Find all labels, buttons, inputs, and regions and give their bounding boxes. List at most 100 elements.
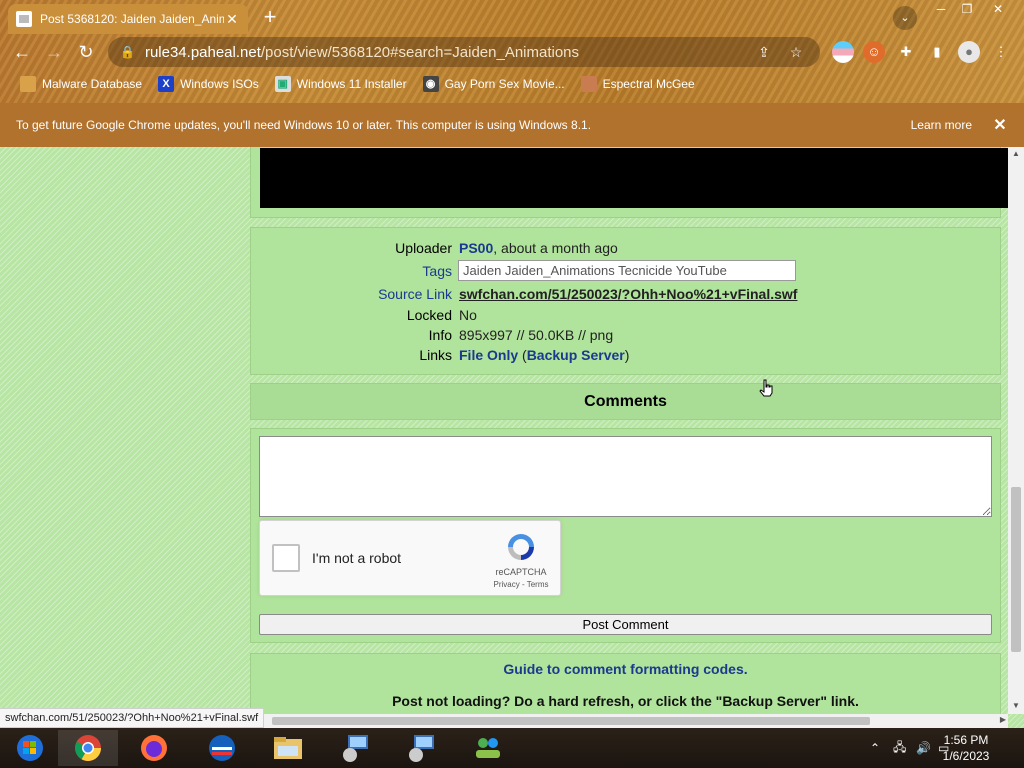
bookmark-label: Gay Porn Sex Movie... bbox=[444, 77, 565, 91]
bookmark-label: Windows 11 Installer bbox=[296, 77, 407, 91]
url-path: /post/view/5368120#search=Jaiden_Animati… bbox=[260, 43, 580, 61]
scroll-up-icon[interactable]: ▲ bbox=[1012, 149, 1020, 158]
tab-favicon bbox=[16, 11, 32, 27]
page-viewport: Uploader PS00, about a month ago Tags So… bbox=[0, 147, 1024, 728]
taskbar-chrome[interactable] bbox=[58, 730, 118, 766]
chrome-menu-icon[interactable]: ⋮ bbox=[990, 41, 1012, 63]
browser-frame: Post 5368120: Jaiden Jaiden_Animations T… bbox=[0, 0, 1024, 103]
x-logo-icon: X bbox=[158, 76, 175, 92]
chrome-icon bbox=[75, 735, 102, 762]
bookmark-label: Windows ISOs bbox=[180, 77, 259, 91]
post-info-panel: Uploader PS00, about a month ago Tags So… bbox=[250, 227, 1001, 375]
post-comment-button[interactable]: Post Comment bbox=[259, 614, 992, 635]
recaptcha-label: I'm not a robot bbox=[312, 550, 402, 566]
infobar-message: To get future Google Chrome updates, you… bbox=[16, 118, 592, 132]
start-orb-icon bbox=[17, 735, 43, 761]
bookmark-gay-porn-sex-movie[interactable]: ◉ Gay Porn Sex Movie... bbox=[422, 76, 565, 92]
url-text[interactable]: rule34.paheal.net/post/view/5368120#sear… bbox=[145, 44, 744, 61]
taskbar-users-app[interactable] bbox=[458, 730, 518, 766]
recaptcha-brand: reCAPTCHA bbox=[495, 567, 547, 577]
tab-title: Post 5368120: Jaiden Jaiden_Animations T… bbox=[40, 12, 224, 26]
learn-more-link[interactable]: Learn more bbox=[911, 118, 972, 132]
source-row: Source Link swfchan.com/51/250023/?Ohh+N… bbox=[251, 286, 1002, 306]
extensions-puzzle-icon[interactable]: ✚ bbox=[895, 41, 917, 63]
bookmark-star-icon[interactable]: ☆ bbox=[784, 44, 808, 61]
horizontal-scroll-thumb[interactable] bbox=[272, 717, 870, 725]
reload-icon[interactable]: ↻ bbox=[74, 40, 98, 64]
scroll-down-icon[interactable]: ▼ bbox=[1012, 701, 1020, 710]
info-value: 895x997 // 50.0KB // png bbox=[459, 327, 614, 343]
bookmark-label: Malware Database bbox=[42, 77, 143, 91]
recaptcha-checkbox[interactable] bbox=[272, 544, 300, 572]
scroll-right-icon[interactable]: ▶ bbox=[1000, 715, 1006, 724]
bookmark-favicon: ◉ bbox=[422, 76, 439, 92]
bookmark-favicon bbox=[20, 76, 36, 92]
extension-flag-icon[interactable] bbox=[832, 41, 854, 63]
taskbar-app-blue[interactable] bbox=[192, 730, 252, 766]
vertical-scroll-thumb[interactable] bbox=[1011, 487, 1021, 652]
recaptcha-logo-icon bbox=[508, 534, 534, 560]
image-icon: ▣ bbox=[274, 76, 291, 92]
infobar-close-icon[interactable]: ✕ bbox=[992, 115, 1008, 135]
windows-taskbar: ⌃ 🖧 🔊 ▭ 1:56 PM 1/6/2023 bbox=[0, 728, 1024, 768]
vertical-scrollbar[interactable]: ▲ ▼ bbox=[1008, 147, 1024, 714]
taskbar-network-app-1[interactable] bbox=[326, 730, 386, 766]
locked-label: Locked bbox=[406, 307, 452, 323]
formatting-guide-anchor[interactable]: Guide to comment formatting codes. bbox=[503, 661, 747, 677]
info-row: Info 895x997 // 50.0KB // png bbox=[251, 327, 1002, 347]
tab-close-icon[interactable]: ✕ bbox=[224, 11, 240, 28]
bookmark-espectral-mcgee[interactable]: Espectral McGee bbox=[580, 76, 695, 92]
bookmarks-bar: Malware Database X Windows ISOs ▣ Window… bbox=[0, 72, 695, 96]
lock-icon[interactable]: 🔒 bbox=[120, 45, 135, 59]
circle-logo-icon bbox=[209, 735, 235, 761]
uploader-link[interactable]: PS00 bbox=[459, 240, 493, 256]
update-infobar: To get future Google Chrome updates, you… bbox=[0, 103, 1024, 147]
tags-row: Tags bbox=[251, 260, 1002, 283]
file-only-link[interactable]: File Only bbox=[459, 347, 518, 363]
computer-network-icon bbox=[409, 735, 434, 762]
forward-icon[interactable]: → bbox=[42, 40, 66, 64]
bookmark-label: Espectral McGee bbox=[602, 77, 695, 91]
clock-date: 1/6/2023 bbox=[942, 749, 990, 763]
comment-textarea[interactable] bbox=[259, 436, 992, 517]
firefox-icon bbox=[141, 735, 167, 761]
window-close-icon[interactable]: ✕ bbox=[983, 0, 1013, 18]
network-tray-icon[interactable]: 🖧 bbox=[893, 728, 906, 768]
profile-icon[interactable]: ● bbox=[958, 41, 980, 63]
bookmark-windows-11-installer[interactable]: ▣ Windows 11 Installer bbox=[274, 76, 407, 92]
address-bar[interactable]: 🔒 rule34.paheal.net/post/view/5368120#se… bbox=[108, 37, 820, 67]
tags-input[interactable] bbox=[458, 260, 796, 281]
bookmark-favicon bbox=[580, 76, 597, 92]
taskbar-network-app-2[interactable] bbox=[392, 730, 452, 766]
source-label[interactable]: Source Link bbox=[378, 286, 452, 302]
taskbar-firefox[interactable] bbox=[124, 730, 184, 766]
new-tab-button[interactable]: + bbox=[258, 6, 282, 30]
paren-close: ) bbox=[624, 347, 630, 363]
tags-label[interactable]: Tags bbox=[422, 263, 452, 279]
start-button[interactable] bbox=[0, 730, 60, 766]
back-icon[interactable]: ← bbox=[10, 40, 34, 64]
extension-avatar-icon[interactable]: ☺ bbox=[863, 41, 885, 63]
taskbar-file-explorer[interactable] bbox=[258, 730, 318, 766]
browser-tab[interactable]: Post 5368120: Jaiden Jaiden_Animations T… bbox=[8, 4, 248, 34]
uploader-time: , about a month ago bbox=[493, 240, 618, 256]
users-icon bbox=[476, 738, 500, 758]
tray-overflow-icon[interactable]: ⌃ bbox=[870, 728, 880, 768]
bookmark-malware-database[interactable]: Malware Database bbox=[20, 76, 142, 92]
share-icon[interactable]: ⇪ bbox=[752, 44, 776, 61]
post-media[interactable] bbox=[260, 148, 1010, 208]
locked-row: Locked No bbox=[251, 307, 1002, 327]
backup-server-link[interactable]: Backup Server bbox=[527, 347, 625, 363]
restore-icon[interactable]: ❐ bbox=[952, 0, 982, 18]
link-status-bubble: swfchan.com/51/250023/?Ohh+Noo%21+vFinal… bbox=[0, 708, 265, 728]
recaptcha-terms[interactable]: Privacy - Terms bbox=[482, 580, 560, 589]
side-panel-icon[interactable]: ▮ bbox=[926, 41, 948, 63]
locked-value: No bbox=[459, 307, 477, 323]
volume-tray-icon[interactable]: 🔊 bbox=[916, 728, 931, 768]
taskbar-clock[interactable]: 1:56 PM 1/6/2023 bbox=[936, 732, 996, 764]
info-label: Info bbox=[428, 327, 452, 343]
tab-search-icon[interactable]: ⌄ bbox=[893, 6, 917, 30]
loading-notice: Post not loading? Do a hard refresh, or … bbox=[392, 693, 859, 709]
bookmark-windows-isos[interactable]: X Windows ISOs bbox=[158, 76, 259, 92]
source-link[interactable]: swfchan.com/51/250023/?Ohh+Noo%21+vFinal… bbox=[459, 286, 797, 302]
